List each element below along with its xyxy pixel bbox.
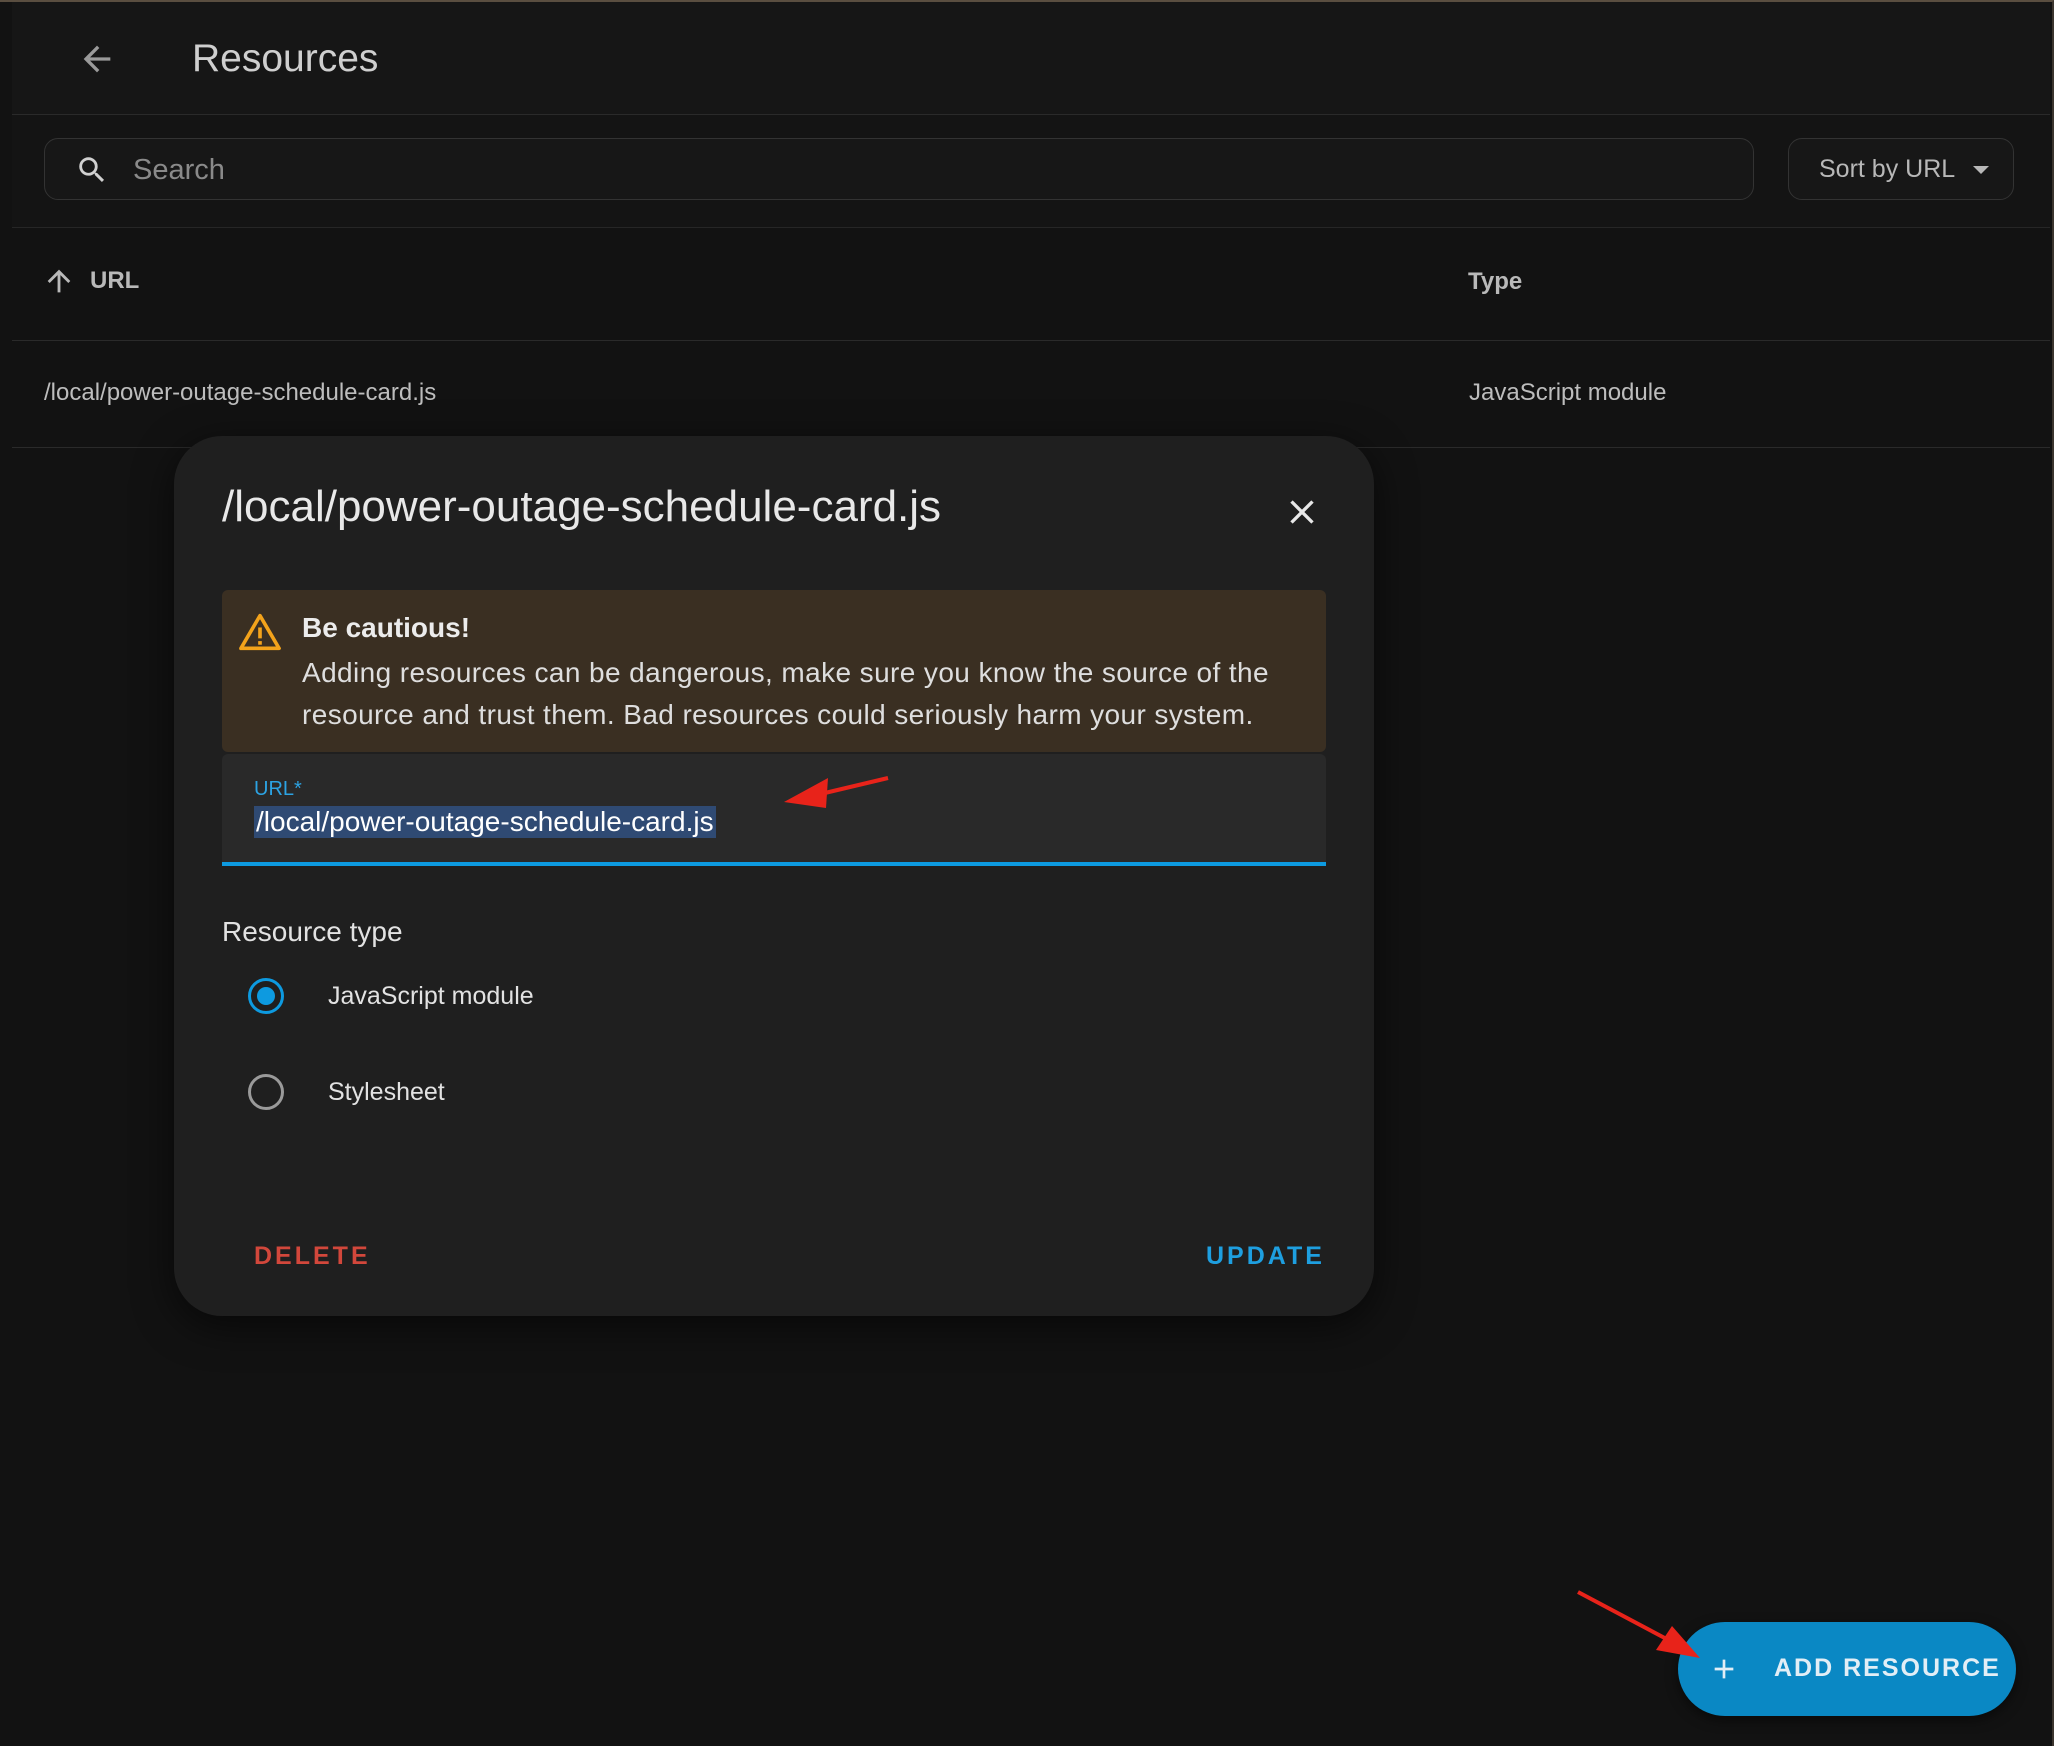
cell-url: /local/power-outage-schedule-card.js (44, 379, 437, 406)
add-resource-label: ADD RESOURCE (1774, 1654, 2001, 1682)
radio-option-stylesheet[interactable]: Stylesheet (248, 1074, 445, 1110)
search-input[interactable] (131, 145, 1715, 195)
table-row[interactable]: /local/power-outage-schedule-card.js Jav… (12, 341, 2050, 448)
arrow-up-icon (47, 269, 71, 293)
edit-resource-dialog: /local/power-outage-schedule-card.js Be … (174, 436, 1374, 1316)
arrow-left-icon (83, 45, 111, 73)
column-header-url-label: URL (90, 267, 140, 294)
sort-label: Sort by URL (1819, 154, 1956, 183)
page-title: Resources (192, 37, 379, 80)
resource-type-label: Resource type (222, 916, 403, 947)
url-field-label: URL* (254, 778, 302, 800)
dialog-title: /local/power-outage-schedule-card.js (222, 482, 942, 531)
add-resource-button[interactable]: ADD RESOURCE (1678, 1622, 2016, 1716)
radio-label: Stylesheet (328, 1077, 445, 1106)
plus-icon (1714, 1659, 1734, 1679)
column-header-url[interactable]: URL (42, 264, 139, 298)
search-box[interactable] (44, 138, 1754, 200)
back-button[interactable] (70, 32, 124, 86)
close-button[interactable] (1274, 484, 1330, 540)
search-icon (79, 157, 105, 183)
cell-type: JavaScript module (1469, 379, 1667, 406)
url-field[interactable]: URL* /local/power-outage-schedule-card.j… (222, 754, 1326, 866)
radio-option-javascript-module[interactable]: JavaScript module (248, 978, 534, 1014)
resources-page: Resources Sort by URL URL Type /local/po… (0, 0, 2054, 1746)
caret-down-icon (1973, 166, 1989, 174)
url-field-value[interactable]: /local/power-outage-schedule-card.js (254, 806, 716, 838)
close-icon (1290, 500, 1314, 524)
delete-button[interactable]: DELETE (254, 1242, 371, 1271)
warning-text: Adding resources can be dangerous, make … (302, 657, 1269, 730)
warning-alert: Be cautious! Adding resources can be dan… (222, 590, 1326, 752)
radio-button-unchecked[interactable] (248, 1074, 284, 1110)
warning-title: Be cautious! (302, 612, 471, 643)
column-header-type[interactable]: Type (1468, 268, 1522, 296)
update-button[interactable]: UPDATE (1206, 1242, 1325, 1271)
warning-icon (239, 613, 281, 651)
radio-button-checked[interactable] (248, 978, 284, 1014)
radio-label: JavaScript module (328, 981, 534, 1010)
sort-dropdown[interactable]: Sort by URL (1788, 138, 2014, 200)
top-app-bar: Resources (12, 2, 2050, 115)
search-toolbar: Sort by URL (12, 115, 2050, 228)
table-header: URL Type (12, 228, 2050, 341)
